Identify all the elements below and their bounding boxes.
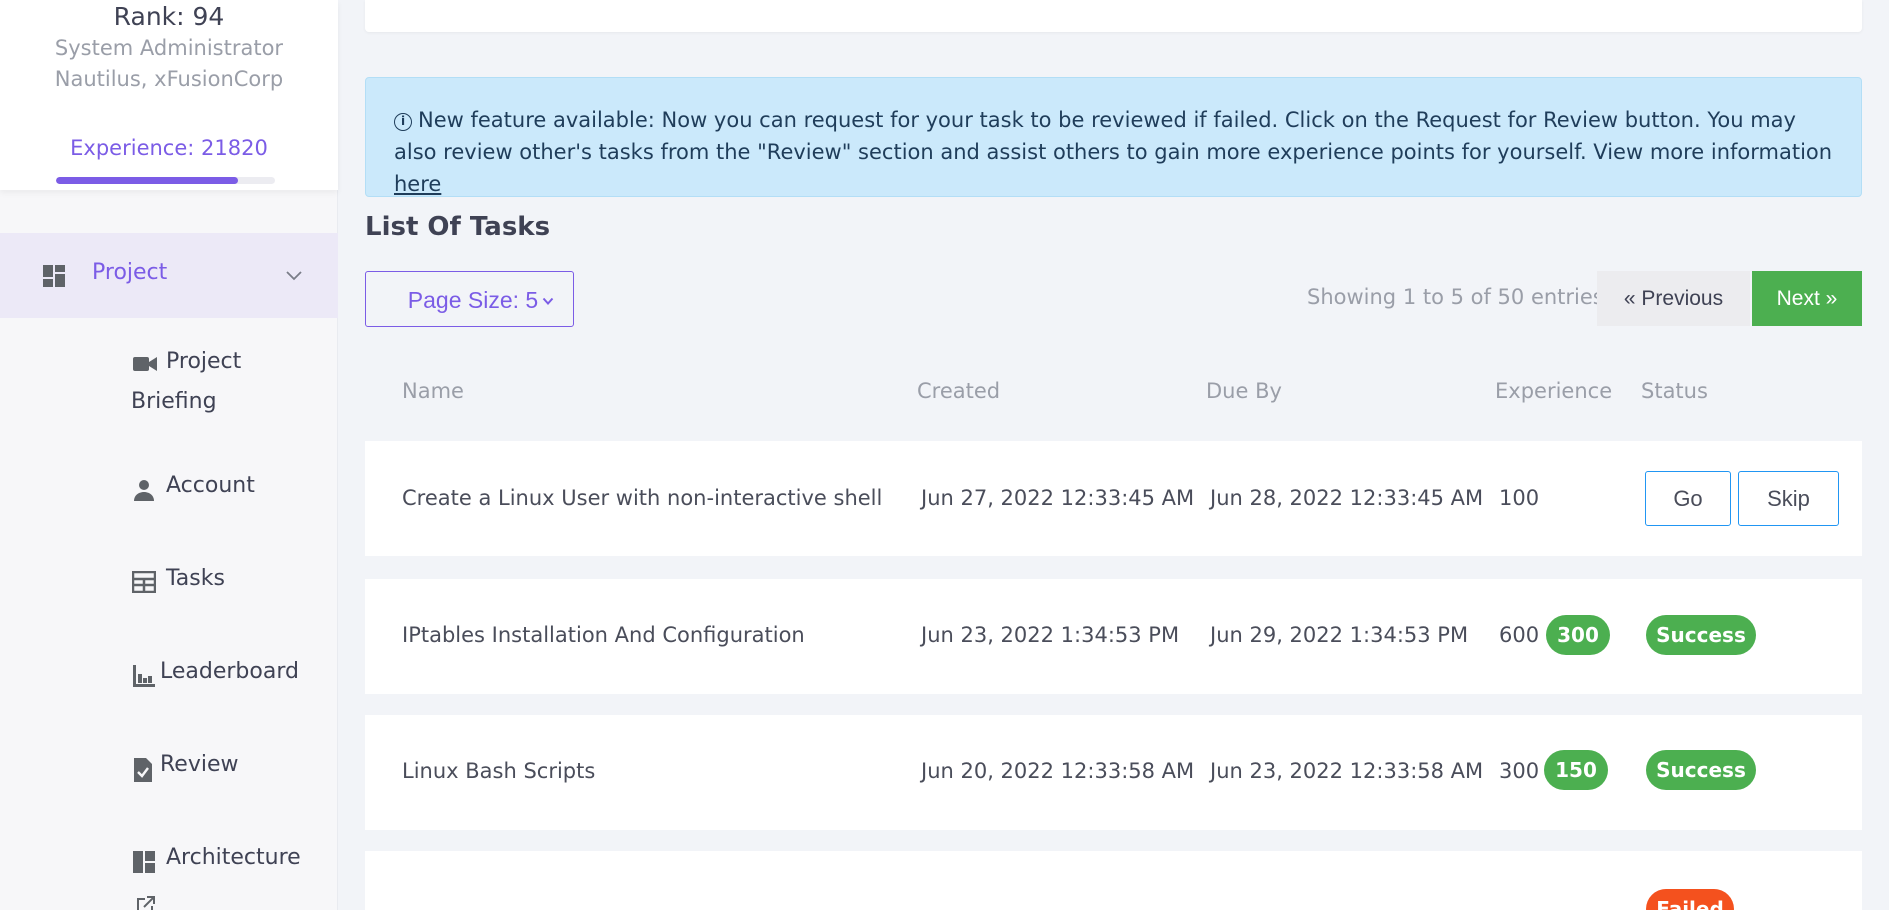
bonus-badge: 150 — [1544, 750, 1608, 790]
task-created: Jun 20, 2022 12:33:58 AM — [921, 759, 1195, 783]
sidebar-item-label: Project — [166, 349, 242, 374]
task-experience: 300 — [1499, 759, 1540, 783]
skip-button[interactable]: Skip — [1738, 471, 1839, 526]
external-link-icon[interactable] — [134, 893, 158, 910]
top-card — [365, 0, 1862, 32]
table-row: IPtables Installation And Configuration … — [365, 579, 1862, 694]
rank-label: Rank: 94 — [113, 2, 225, 31]
task-name: Linux Bash Scripts — [402, 759, 596, 783]
status-badge: Success — [1646, 750, 1756, 790]
chevron-down-icon — [542, 272, 554, 324]
alert-text: New feature available: Now you can reque… — [394, 108, 1833, 164]
info-alert: i New feature available: Now you can requ… — [365, 77, 1862, 197]
page-title: List Of Tasks — [365, 212, 551, 242]
document-check-icon — [132, 757, 154, 789]
dashboard-icon — [132, 850, 156, 880]
sidebar-item-label: Tasks — [166, 566, 225, 591]
chevron-down-icon[interactable] — [285, 267, 303, 286]
bonus-badge: 300 — [1546, 615, 1610, 655]
pagination-info: Showing 1 to 5 of 50 entries — [1307, 285, 1604, 309]
task-due: Jun 29, 2022 1:34:53 PM — [1210, 623, 1469, 647]
column-header-status: Status — [1641, 379, 1708, 403]
dashboard-icon — [42, 264, 66, 292]
video-camera-icon — [132, 354, 158, 380]
sidebar-item-label: Leaderboard — [160, 659, 299, 684]
role-label: System Administrator — [54, 36, 284, 60]
status-badge: Failed — [1646, 889, 1734, 910]
column-header-due: Due By — [1206, 379, 1282, 403]
previous-button[interactable]: « Previous — [1597, 271, 1750, 326]
go-button[interactable]: Go — [1645, 471, 1731, 526]
table-row: Failed — [365, 851, 1862, 910]
organization-label: Nautilus, xFusionCorp — [54, 67, 284, 91]
experience-progress-fill — [56, 177, 238, 184]
task-due: Jun 28, 2022 12:33:45 AM — [1210, 486, 1484, 510]
column-header-created: Created — [917, 379, 1001, 403]
sidebar-item-project[interactable]: Project — [0, 233, 338, 318]
profile-card: Rank: 94 System Administrator Nautilus, … — [0, 0, 338, 190]
column-header-name: Name — [402, 379, 464, 403]
experience-label: Experience: 21820 — [70, 136, 268, 160]
status-badge: Success — [1646, 615, 1756, 655]
sidebar-item-label: Project — [92, 260, 168, 285]
table-row: Linux Bash Scripts Jun 20, 2022 12:33:58… — [365, 715, 1862, 830]
task-experience: 600 — [1499, 623, 1540, 647]
info-icon: i — [394, 113, 412, 131]
person-icon — [132, 478, 156, 508]
sidebar-item-label: Review — [160, 752, 239, 777]
alert-more-info-link[interactable]: here — [394, 172, 441, 196]
task-name: Create a Linux User with non-interactive… — [402, 486, 883, 510]
task-created: Jun 23, 2022 1:34:53 PM — [921, 623, 1180, 647]
bar-chart-icon — [132, 664, 156, 694]
table-row: Create a Linux User with non-interactive… — [365, 441, 1862, 556]
sidebar-item-label-line2: Briefing — [131, 389, 217, 414]
task-created: Jun 27, 2022 12:33:45 AM — [921, 486, 1195, 510]
sidebar-item-label: Architecture — [166, 845, 301, 870]
column-header-experience: Experience — [1495, 379, 1613, 403]
task-name: IPtables Installation And Configuration — [402, 623, 805, 647]
page-size-label: Page Size: 5 — [407, 287, 539, 313]
table-icon — [131, 570, 157, 599]
next-button[interactable]: Next » — [1752, 271, 1862, 326]
task-due: Jun 23, 2022 12:33:58 AM — [1210, 759, 1484, 783]
page-size-dropdown[interactable]: Page Size: 5 — [365, 271, 574, 327]
task-experience: 100 — [1499, 486, 1540, 510]
experience-progress-bar — [56, 177, 275, 184]
sidebar-item-label: Account — [166, 473, 255, 498]
sidebar: Rank: 94 System Administrator Nautilus, … — [0, 0, 338, 910]
